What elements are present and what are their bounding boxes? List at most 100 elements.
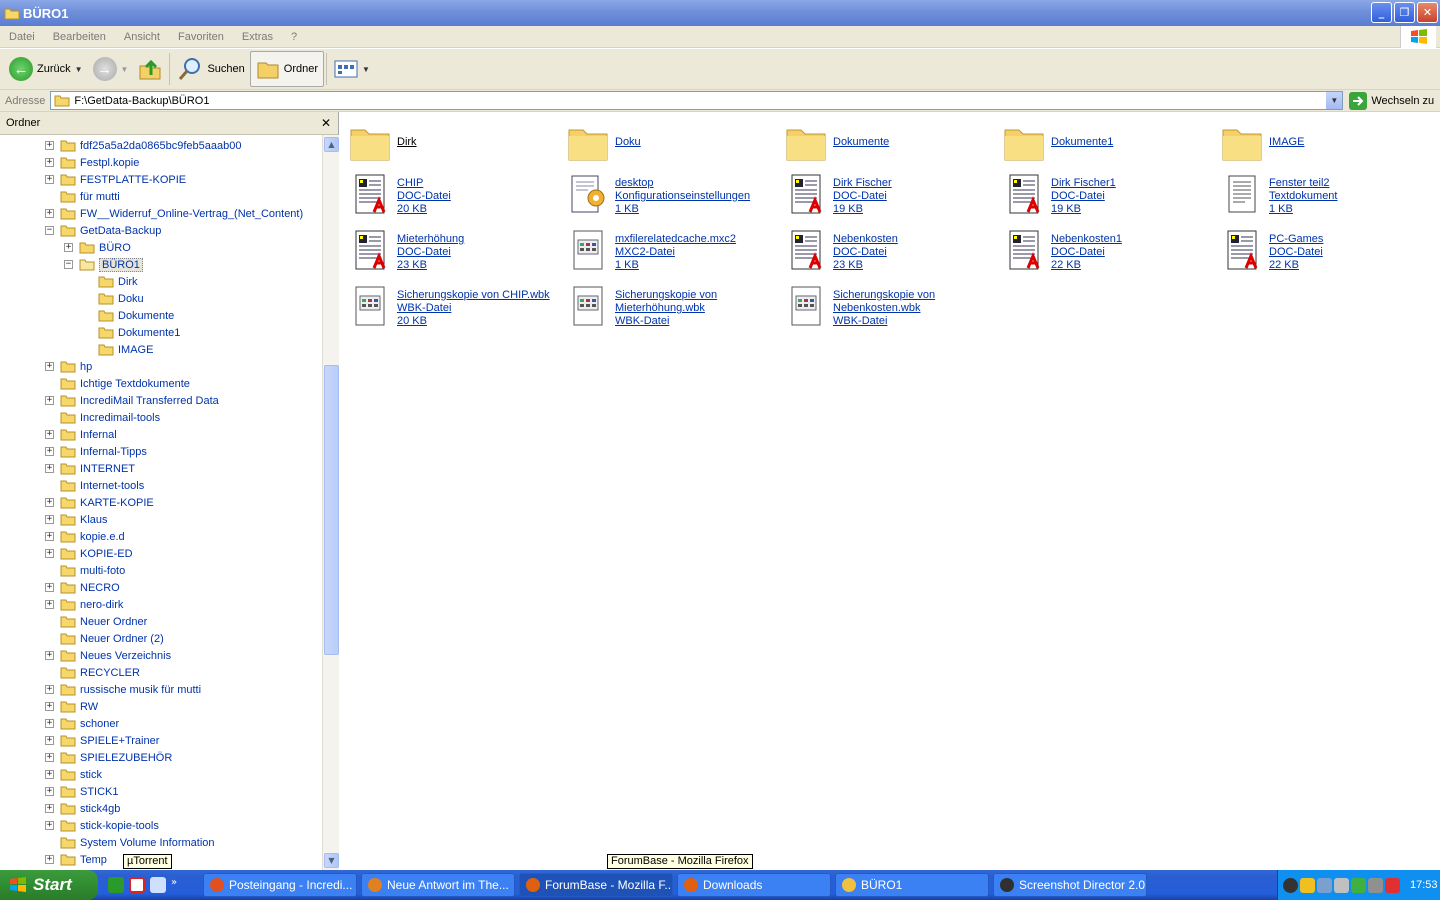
tree-item[interactable]: nero-dirk <box>60 596 123 613</box>
file-item[interactable]: Sicherungskopie von CHIP.wbk WBK-Datei 20 … <box>348 284 550 328</box>
expand-icon[interactable]: + <box>45 821 54 830</box>
menu-help[interactable]: ? <box>282 31 306 43</box>
tray-app-icon[interactable] <box>1368 877 1383 893</box>
expand-icon[interactable]: + <box>45 430 54 439</box>
file-item[interactable]: mxfilerelatedcache.mxc2 MXC2-Datei 1 KB <box>566 228 736 272</box>
tree-item[interactable]: KOPIE-ED <box>60 545 133 562</box>
expand-icon[interactable]: + <box>45 515 54 524</box>
expand-icon[interactable]: + <box>45 396 54 405</box>
tree-item[interactable]: Doku <box>98 290 144 307</box>
tree-item[interactable]: NECRO <box>60 579 120 596</box>
tree-item[interactable]: Internet-tools <box>60 477 144 494</box>
tree-item[interactable]: RW <box>60 698 98 715</box>
go-button[interactable]: Wechseln zu <box>1349 91 1434 110</box>
taskbar-button[interactable]: Neue Antwort im The... <box>361 873 515 897</box>
tree-item[interactable]: hp <box>60 358 92 375</box>
tree-item[interactable]: Dirk <box>98 273 138 290</box>
tree-item[interactable]: INTERNET <box>60 460 135 477</box>
file-item[interactable]: Dirk Fischer1 DOC-Datei 19 KB <box>1002 172 1116 216</box>
expand-icon[interactable]: + <box>45 702 54 711</box>
close-button[interactable]: ✕ <box>1417 2 1438 23</box>
quicklaunch-app-icon[interactable] <box>108 877 124 893</box>
expand-icon[interactable]: + <box>45 855 54 864</box>
tree-item[interactable]: IMAGE <box>98 341 153 358</box>
tree-item[interactable]: Incredimail-tools <box>60 409 160 426</box>
collapse-icon[interactable]: − <box>64 260 73 269</box>
file-item[interactable]: PC-Games DOC-Datei 22 KB <box>1220 228 1323 272</box>
search-button[interactable]: Suchen <box>172 51 249 87</box>
menu-bearbeiten[interactable]: Bearbeiten <box>44 31 115 43</box>
tree-item[interactable]: Klaus <box>60 511 108 528</box>
chevron-more-icon[interactable]: » <box>171 877 177 893</box>
quicklaunch-app-icon[interactable] <box>129 877 145 893</box>
scrollbar-thumb[interactable] <box>324 365 339 655</box>
folder-item[interactable]: Dokumente <box>784 120 889 164</box>
tray-app-icon[interactable] <box>1385 877 1400 893</box>
file-item[interactable]: Sicherungskopie von Nebenkosten.wbk WBK-Da… <box>784 284 935 328</box>
expand-icon[interactable]: + <box>45 787 54 796</box>
tree-item[interactable]: Dokumente <box>98 307 174 324</box>
tray-app-icon[interactable] <box>1334 877 1349 893</box>
chevron-down-icon[interactable]: ▼ <box>362 65 370 74</box>
chevron-down-icon[interactable]: ▼ <box>121 65 129 74</box>
close-icon[interactable]: ✕ <box>321 116 331 130</box>
menu-datei[interactable]: Datei <box>0 31 44 43</box>
tray-app-icon[interactable] <box>1300 877 1315 893</box>
file-item[interactable]: desktop Konfigurationseinstellungen 1 KB <box>566 172 750 216</box>
folder-item[interactable]: IMAGE <box>1220 120 1304 164</box>
tree-item[interactable]: stick <box>60 766 102 783</box>
tray-app-icon[interactable] <box>1351 877 1366 893</box>
expand-icon[interactable]: + <box>45 549 54 558</box>
expand-icon[interactable]: + <box>45 175 54 184</box>
expand-icon[interactable]: + <box>45 464 54 473</box>
tree-item[interactable]: russische musik für mutti <box>60 681 201 698</box>
expand-icon[interactable]: + <box>45 651 54 660</box>
expand-icon[interactable]: + <box>45 804 54 813</box>
file-item[interactable]: Nebenkosten DOC-Datei 23 KB <box>784 228 898 272</box>
scroll-down-icon[interactable]: ▼ <box>324 853 339 868</box>
tree-item[interactable]: STICK1 <box>60 783 119 800</box>
tree-item[interactable]: Neuer Ordner <box>60 613 147 630</box>
start-button[interactable]: Start <box>0 870 98 900</box>
tree-item[interactable]: für mutti <box>60 188 120 205</box>
quicklaunch-app-icon[interactable] <box>150 877 166 893</box>
file-item[interactable]: Fenster teil2 Textdokument 1 KB <box>1220 172 1337 216</box>
expand-icon[interactable]: + <box>45 583 54 592</box>
tray-app-icon[interactable] <box>1283 877 1298 893</box>
taskbar-button[interactable]: Screenshot Director 2.0 <box>993 873 1147 897</box>
tree-item[interactable]: schoner <box>60 715 119 732</box>
expand-icon[interactable]: + <box>45 141 54 150</box>
tree-item[interactable]: Neuer Ordner (2) <box>60 630 164 647</box>
tree-item[interactable]: BÜRO1 <box>79 256 143 273</box>
tree-item[interactable]: SPIELE+Trainer <box>60 732 159 749</box>
menu-favoriten[interactable]: Favoriten <box>169 31 233 43</box>
expand-icon[interactable]: + <box>45 532 54 541</box>
views-button[interactable]: ▼ <box>329 51 375 87</box>
taskbar-button[interactable]: Posteingang - Incredi... <box>203 873 357 897</box>
menu-ansicht[interactable]: Ansicht <box>115 31 169 43</box>
taskbar-button[interactable]: ForumBase - Mozilla F... <box>519 873 673 897</box>
tree-item[interactable]: Infernal <box>60 426 117 443</box>
tree-item[interactable]: Neues Verzeichnis <box>60 647 171 664</box>
expand-icon[interactable]: + <box>45 736 54 745</box>
tree-item[interactable]: KARTE-KOPIE <box>60 494 154 511</box>
tree-item[interactable]: IncrediMail Transferred Data <box>60 392 219 409</box>
chevron-down-icon[interactable]: ▼ <box>75 65 83 74</box>
tree-item[interactable]: BÜRO <box>79 239 131 256</box>
tree-item[interactable]: System Volume Information <box>60 834 215 851</box>
expand-icon[interactable]: + <box>45 209 54 218</box>
tree-item[interactable]: FESTPLATTE-KOPIE <box>60 171 186 188</box>
tree-item[interactable]: Dokumente1 <box>98 324 180 341</box>
expand-icon[interactable]: + <box>45 685 54 694</box>
tree-item[interactable]: multi-foto <box>60 562 125 579</box>
expand-icon[interactable]: + <box>45 447 54 456</box>
file-item[interactable]: Mieterhöhung DOC-Datei 23 KB <box>348 228 464 272</box>
forward-button[interactable]: → ▼ <box>88 51 134 87</box>
tree-scrollbar[interactable]: ▲ ▼ <box>322 135 339 870</box>
menu-extras[interactable]: Extras <box>233 31 282 43</box>
address-input[interactable]: F:\GetData-Backup\BÜRO1 ▼ <box>50 91 1344 110</box>
expand-icon[interactable]: + <box>45 362 54 371</box>
tree-item[interactable]: Infernal-Tipps <box>60 443 147 460</box>
file-item[interactable]: Dirk Fischer DOC-Datei 19 KB <box>784 172 892 216</box>
up-folder-button[interactable] <box>133 51 167 87</box>
